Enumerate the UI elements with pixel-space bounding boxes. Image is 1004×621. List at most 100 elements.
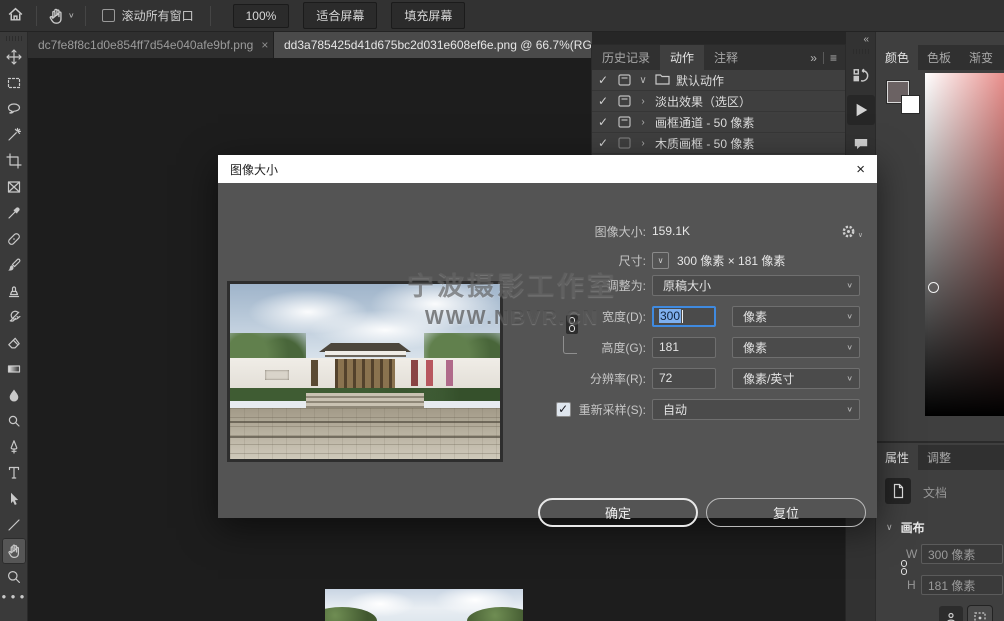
- panel-grip[interactable]: [6, 36, 22, 41]
- color-picker-cursor[interactable]: [928, 282, 939, 293]
- check-icon[interactable]: ✓: [598, 115, 612, 129]
- collapse-panels-icon[interactable]: «: [863, 34, 869, 45]
- modal-dialog-toggle-icon[interactable]: [618, 116, 631, 128]
- panel-grip[interactable]: [853, 49, 869, 54]
- action-row-frame-channel[interactable]: ✓ › 画框通道 - 50 像素: [592, 112, 845, 133]
- tab-swatches[interactable]: 色板: [918, 45, 960, 70]
- hand-tool[interactable]: [2, 538, 26, 564]
- chevron-right-icon[interactable]: ›: [637, 138, 649, 149]
- edit-toolbar-icon[interactable]: ● ● ●: [2, 592, 26, 601]
- lasso-tool[interactable]: [2, 96, 26, 122]
- history-panel-icon[interactable]: [848, 63, 874, 89]
- tools-panel: ● ● ●: [0, 32, 28, 621]
- height-input[interactable]: [652, 337, 716, 358]
- pen-tool[interactable]: [2, 434, 26, 460]
- chevron-down-icon[interactable]: ∨: [68, 11, 75, 20]
- ok-button[interactable]: 确定: [538, 498, 698, 527]
- resample-checkbox[interactable]: ✓: [556, 402, 571, 417]
- clone-stamp-tool[interactable]: [2, 278, 26, 304]
- resample-select[interactable]: 自动 ∨: [652, 399, 860, 420]
- eyedropper-tool[interactable]: [2, 200, 26, 226]
- height-unit-select[interactable]: 像素 ∨: [732, 337, 860, 358]
- document-properties-icon[interactable]: [885, 478, 911, 504]
- scroll-all-windows-option[interactable]: 滚动所有窗口: [92, 7, 204, 24]
- healing-brush-tool[interactable]: [2, 226, 26, 252]
- fit-to-select[interactable]: 原稿大小 ∨: [652, 275, 860, 296]
- canvas-anchor-button[interactable]: [968, 606, 992, 621]
- dimensions-dropdown-icon[interactable]: ∨: [652, 252, 669, 269]
- dialog-title-bar[interactable]: 图像大小 ×: [218, 155, 877, 183]
- background-color-swatch[interactable]: [901, 95, 920, 114]
- type-tool[interactable]: [2, 460, 26, 486]
- tab-actions[interactable]: 动作: [660, 45, 704, 70]
- width-label: 宽度(D):: [218, 308, 652, 325]
- text-caret: [682, 310, 683, 323]
- resolution-unit-select[interactable]: 像素/英寸 ∨: [732, 368, 860, 389]
- width-unit-select[interactable]: 像素 ∨: [732, 306, 860, 327]
- tab-properties[interactable]: 属性: [876, 445, 918, 470]
- tab-history[interactable]: 历史记录: [592, 45, 660, 70]
- dodge-tool[interactable]: [2, 408, 26, 434]
- document-tab-1[interactable]: dc7fe8f8c1d0e854ff7d54e040afe9bf.png ×: [28, 32, 274, 58]
- frame-tool[interactable]: [2, 174, 26, 200]
- canvas-section-header[interactable]: ∨ 画布: [886, 519, 925, 536]
- tab-gradients[interactable]: 渐变: [960, 45, 1002, 70]
- document-image-fragment: [325, 589, 523, 621]
- history-brush-tool[interactable]: [2, 304, 26, 330]
- dimensions-label: 尺寸:: [218, 252, 652, 269]
- action-label: 淡出效果（选区）: [655, 93, 751, 110]
- gradient-tool[interactable]: [2, 356, 26, 382]
- brush-tool[interactable]: [2, 252, 26, 278]
- document-tab-2[interactable]: dd3a785425d41d675bc2d031e608ef6e.png @ 6…: [274, 32, 592, 58]
- close-icon[interactable]: ×: [856, 161, 865, 178]
- home-icon[interactable]: [0, 6, 30, 26]
- tab-adjustments[interactable]: 调整: [918, 445, 960, 470]
- link-icon[interactable]: [566, 315, 578, 334]
- notes-panel-icon[interactable]: [848, 131, 874, 157]
- line-tool[interactable]: [2, 512, 26, 538]
- color-picker-field[interactable]: [925, 73, 1004, 416]
- modal-dialog-toggle-icon[interactable]: [618, 137, 631, 149]
- modal-dialog-toggle-icon[interactable]: [618, 74, 631, 86]
- panel-menu-icon[interactable]: ≡: [830, 51, 837, 65]
- relative-position-button[interactable]: [939, 606, 963, 621]
- close-icon[interactable]: ×: [261, 38, 268, 52]
- width-input[interactable]: 300: [652, 306, 716, 327]
- zoom-100-button[interactable]: 100%: [233, 4, 290, 28]
- eraser-tool[interactable]: [2, 330, 26, 356]
- fit-screen-button[interactable]: 适合屏幕: [303, 2, 377, 29]
- dialog-options-gear-icon[interactable]: ∨: [841, 224, 863, 239]
- action-row-default-actions[interactable]: ✓ ∨ 默认动作: [592, 70, 845, 91]
- action-row-fade-effect[interactable]: ✓ › 淡出效果（选区）: [592, 91, 845, 112]
- hand-tool-options-icon[interactable]: ∨: [43, 7, 79, 25]
- resolution-input[interactable]: [652, 368, 716, 389]
- action-row-wood-frame[interactable]: ✓ › 木质画框 - 50 像素: [592, 133, 845, 154]
- scroll-all-windows-checkbox[interactable]: [102, 9, 115, 22]
- link-dimensions-icon[interactable]: [898, 556, 910, 577]
- quick-selection-tool[interactable]: [2, 122, 26, 148]
- reset-button[interactable]: 复位: [706, 498, 866, 527]
- tab-color[interactable]: 颜色: [876, 45, 918, 70]
- tab-notes[interactable]: 注释: [704, 45, 748, 70]
- crop-tool[interactable]: [2, 148, 26, 174]
- blur-tool[interactable]: [2, 382, 26, 408]
- chevron-right-icon[interactable]: ›: [637, 117, 649, 128]
- check-icon[interactable]: ✓: [598, 136, 612, 150]
- height-label: 高度(G):: [218, 339, 652, 356]
- move-tool[interactable]: [2, 44, 26, 70]
- check-icon[interactable]: ✓: [598, 94, 612, 108]
- canvas-height-field[interactable]: 181 像素: [921, 575, 1003, 595]
- zoom-tool[interactable]: [2, 564, 26, 590]
- canvas-width-field[interactable]: 300 像素: [921, 544, 1003, 564]
- actions-panel-icon[interactable]: [847, 95, 875, 125]
- modal-dialog-toggle-icon[interactable]: [618, 95, 631, 107]
- check-icon[interactable]: ✓: [598, 73, 612, 87]
- chevron-down-icon[interactable]: ∨: [637, 75, 649, 86]
- panel-expand-icon[interactable]: »: [810, 51, 817, 65]
- fill-screen-button[interactable]: 填充屏幕: [391, 2, 465, 29]
- canvas-height-label: H: [907, 578, 916, 592]
- path-selection-tool[interactable]: [2, 486, 26, 512]
- image-size-value: 159.1K: [652, 224, 690, 238]
- marquee-tool[interactable]: [2, 70, 26, 96]
- chevron-right-icon[interactable]: ›: [637, 96, 649, 107]
